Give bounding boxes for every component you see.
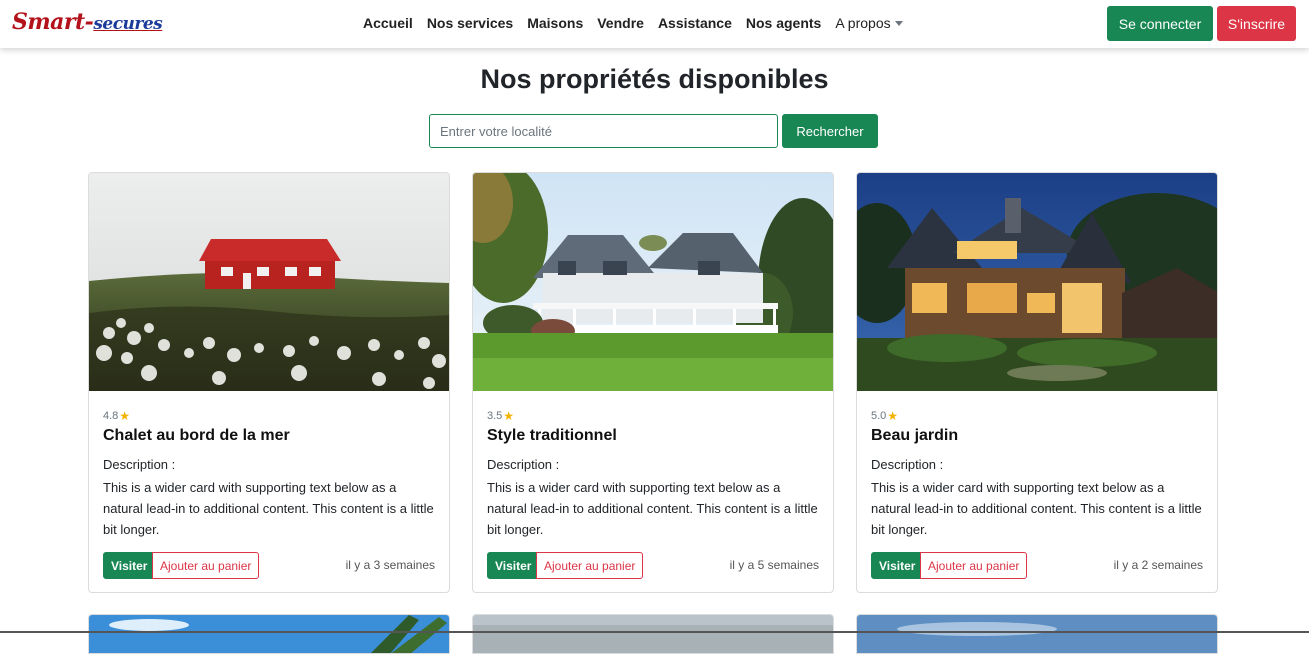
caret-down-icon — [894, 21, 903, 26]
signup-button[interactable]: S'inscrire — [1217, 6, 1296, 41]
main-nav: Accueil Nos services Maisons Vendre Assi… — [363, 15, 903, 31]
navbar: Smart-secures Accueil Nos services Maiso… — [0, 0, 1309, 48]
property-title: Beau jardin — [871, 427, 959, 444]
property-image-red-house[interactable] — [89, 173, 449, 391]
nav-item-vendre[interactable]: Vendre — [597, 15, 644, 31]
visit-button[interactable]: Visiter — [871, 552, 924, 579]
rating-value: 4.8 — [103, 410, 119, 422]
nav-item-agents[interactable]: Nos agents — [746, 15, 821, 31]
posted-time: il y a 2 semaines — [1113, 558, 1203, 572]
description-text: This is a wider card with supporting tex… — [871, 480, 1202, 537]
location-search-input[interactable] — [429, 114, 778, 148]
page-title: Nos propriétés disponibles — [480, 64, 829, 94]
nav-item-accueil[interactable]: Accueil — [363, 15, 413, 31]
rating: 5.0 ★ — [871, 409, 898, 423]
description-label: Description : — [871, 457, 944, 472]
nav-dropdown-label: A propos — [835, 15, 891, 31]
property-title: Style traditionnel — [487, 427, 617, 444]
login-button[interactable]: Se connecter — [1107, 6, 1213, 41]
rating-value: 3.5 — [487, 410, 503, 422]
description-label: Description : — [487, 457, 560, 472]
nav-item-assistance[interactable]: Assistance — [658, 15, 732, 31]
property-image-garden-house[interactable] — [857, 173, 1217, 391]
add-to-cart-button[interactable]: Ajouter au panier — [152, 552, 260, 579]
property-card-partial[interactable] — [88, 614, 450, 654]
posted-time: il y a 3 semaines — [345, 558, 435, 572]
star-icon: ★ — [887, 409, 899, 423]
visit-button[interactable]: Visiter — [103, 552, 156, 579]
star-icon: ★ — [119, 409, 131, 423]
property-card: 5.0 ★ Beau jardin Description : This is a… — [856, 172, 1218, 593]
star-icon: ★ — [503, 409, 515, 423]
brand-logo-part2: secures — [93, 14, 163, 34]
add-to-cart-button[interactable]: Ajouter au panier — [536, 552, 644, 579]
rating: 4.8 ★ — [103, 409, 130, 423]
rating: 3.5 ★ — [487, 409, 514, 423]
add-to-cart-button[interactable]: Ajouter au panier — [920, 552, 1028, 579]
search-button[interactable]: Rechercher — [782, 114, 878, 148]
visit-button[interactable]: Visiter — [487, 552, 540, 579]
brand-logo-part1: Smart- — [12, 9, 94, 35]
brand-logo[interactable]: Smart-secures — [12, 9, 163, 35]
property-card-partial[interactable] — [856, 614, 1218, 654]
description-text: This is a wider card with supporting tex… — [103, 480, 434, 537]
rating-value: 5.0 — [871, 410, 887, 422]
description-text: This is a wider card with supporting tex… — [487, 480, 818, 537]
description-label: Description : — [103, 457, 176, 472]
property-card: 4.8 ★ Chalet au bord de la mer Descriptio… — [88, 172, 450, 593]
nav-dropdown-apropos[interactable]: A propos — [835, 15, 903, 31]
nav-item-services[interactable]: Nos services — [427, 15, 513, 31]
nav-item-maisons[interactable]: Maisons — [527, 15, 583, 31]
property-image-traditional-house[interactable] — [473, 173, 833, 391]
property-card-partial[interactable] — [472, 614, 834, 654]
property-title: Chalet au bord de la mer — [103, 427, 290, 444]
posted-time: il y a 5 semaines — [729, 558, 819, 572]
property-card: 3.5 ★ Style traditionnel Description : Th… — [472, 172, 834, 593]
